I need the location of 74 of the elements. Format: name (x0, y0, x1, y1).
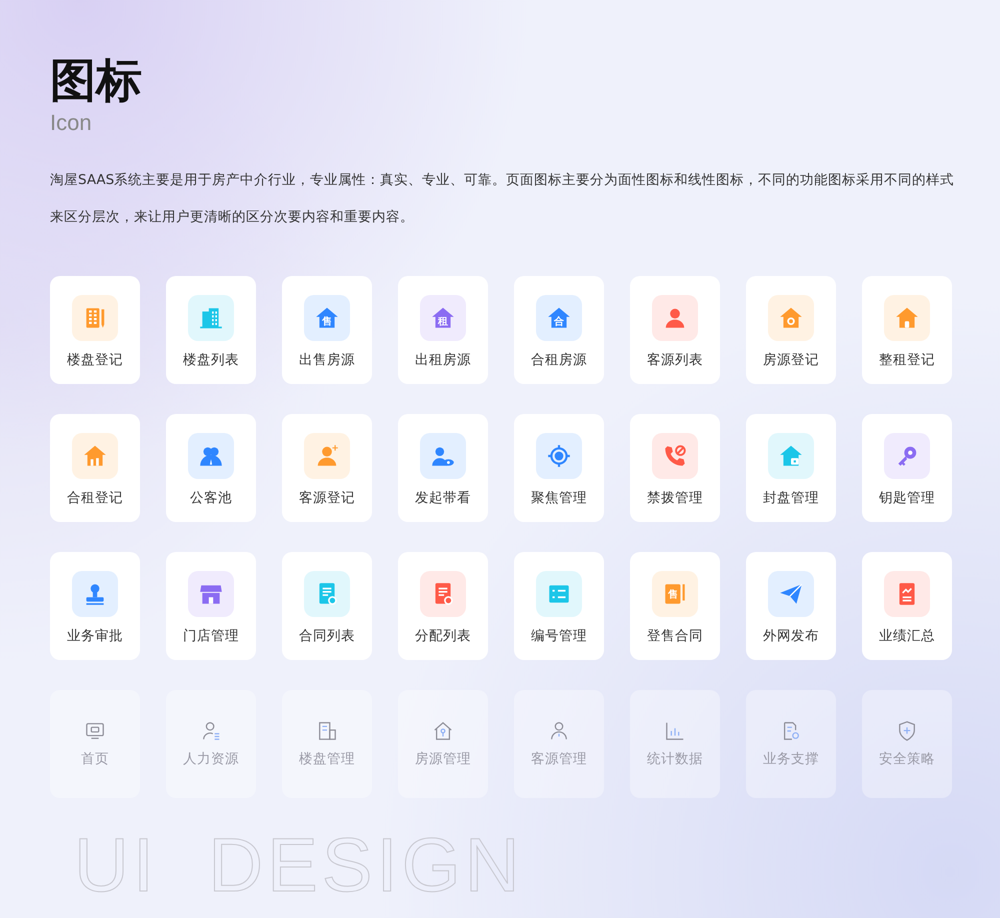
bar-chart-icon (664, 720, 686, 742)
icon-card[interactable]: 门店管理 (166, 552, 256, 660)
person-icon (548, 720, 570, 742)
icon-label: 整租登记 (879, 351, 935, 369)
monitor-icon (84, 720, 106, 742)
icon-card[interactable]: 合租登记 (50, 414, 140, 522)
icon-label: 楼盘管理 (299, 750, 355, 768)
icon-label: 楼盘列表 (183, 351, 239, 369)
icon-card[interactable]: 业绩汇总 (862, 552, 952, 660)
icon-card[interactable]: 编号管理 (514, 552, 604, 660)
icon-label: 统计数据 (647, 750, 703, 768)
icon-label: 业务审批 (67, 627, 123, 645)
icon-label: 门店管理 (183, 627, 239, 645)
house-icon: 售 (314, 305, 340, 331)
icon-label: 首页 (81, 750, 109, 768)
icon-card[interactable]: 整租登记 (862, 276, 952, 384)
icon-label: 聚焦管理 (531, 489, 587, 507)
icon-label: 出租房源 (415, 351, 471, 369)
target-icon (546, 443, 572, 469)
icon-card[interactable]: 楼盘列表 (166, 276, 256, 384)
description-text: 淘屋SAAS系统主要是用于房产中介行业，专业属性：真实、专业、可靠。页面图标主要分为面性图标和线性图标，不同的功能图标采用不同的样式来区分层次，来让用户更清晰的区分次要内容和重要内容。 (50, 171, 955, 227)
icon-card[interactable]: 公客池 (166, 414, 256, 522)
icon-card[interactable]: 分配列表 (398, 552, 488, 660)
house-icon (778, 305, 804, 331)
house-lock-icon (778, 443, 804, 469)
icon-label: 客源登记 (299, 489, 355, 507)
icon-card[interactable]: 发起带看 (398, 414, 488, 522)
icon-card[interactable]: 租 出租房源 (398, 276, 488, 384)
building-icon (316, 720, 338, 742)
house-icon (894, 305, 920, 331)
icon-label: 人力资源 (183, 750, 239, 768)
house-icon (82, 443, 108, 469)
icon-card[interactable]: 合同列表 (282, 552, 372, 660)
icon-card[interactable]: 封盘管理 (746, 414, 836, 522)
icon-label: 编号管理 (531, 627, 587, 645)
icon-label: 发起带看 (415, 489, 471, 507)
icon-label: 业务支撑 (763, 750, 819, 768)
house-icon: 合 (546, 305, 572, 331)
icon-label: 公客池 (190, 489, 232, 507)
icon-card[interactable]: 聚焦管理 (514, 414, 604, 522)
icon-label: 分配列表 (415, 627, 471, 645)
icon-label: 外网发布 (763, 627, 819, 645)
shield-plus-icon (896, 720, 918, 742)
person-list-icon (200, 720, 222, 742)
icon-label: 合租房源 (531, 351, 587, 369)
icon-label: 安全策略 (879, 750, 935, 768)
icon-card[interactable]: 客源登记 (282, 414, 372, 522)
icon-label: 登售合同 (647, 627, 703, 645)
icon-label: 合租登记 (67, 489, 123, 507)
icon-label: 封盘管理 (763, 489, 819, 507)
icon-card[interactable]: 钥匙管理 (862, 414, 952, 522)
icon-card[interactable]: 售 出售房源 (282, 276, 372, 384)
icon-card[interactable]: 房源登记 (746, 276, 836, 384)
icon-card[interactable]: 楼盘登记 (50, 276, 140, 384)
page-subtitle: Icon (50, 110, 93, 136)
icon-label: 房源管理 (415, 750, 471, 768)
page-title: 图标 (50, 52, 143, 108)
icon-card[interactable]: 合 合租房源 (514, 276, 604, 384)
icon-card[interactable]: 业务审批 (50, 552, 140, 660)
icon-label: 出售房源 (299, 351, 355, 369)
house-icon: 租 (430, 305, 456, 331)
icon-card[interactable]: 禁拨管理 (630, 414, 720, 522)
icon-label: 合同列表 (299, 627, 355, 645)
icon-label: 业绩汇总 (879, 627, 935, 645)
icon-card[interactable]: 客源列表 (630, 276, 720, 384)
icon-label: 房源登记 (763, 351, 819, 369)
icon-label: 客源列表 (647, 351, 703, 369)
icon-card[interactable]: 售 登售合同 (630, 552, 720, 660)
icon-label: 客源管理 (531, 750, 587, 768)
icon-label: 禁拨管理 (647, 489, 703, 507)
house-pin-icon (432, 720, 454, 742)
icon-card[interactable]: 外网发布 (746, 552, 836, 660)
icon-label: 楼盘登记 (67, 351, 123, 369)
icon-label: 钥匙管理 (879, 489, 935, 507)
